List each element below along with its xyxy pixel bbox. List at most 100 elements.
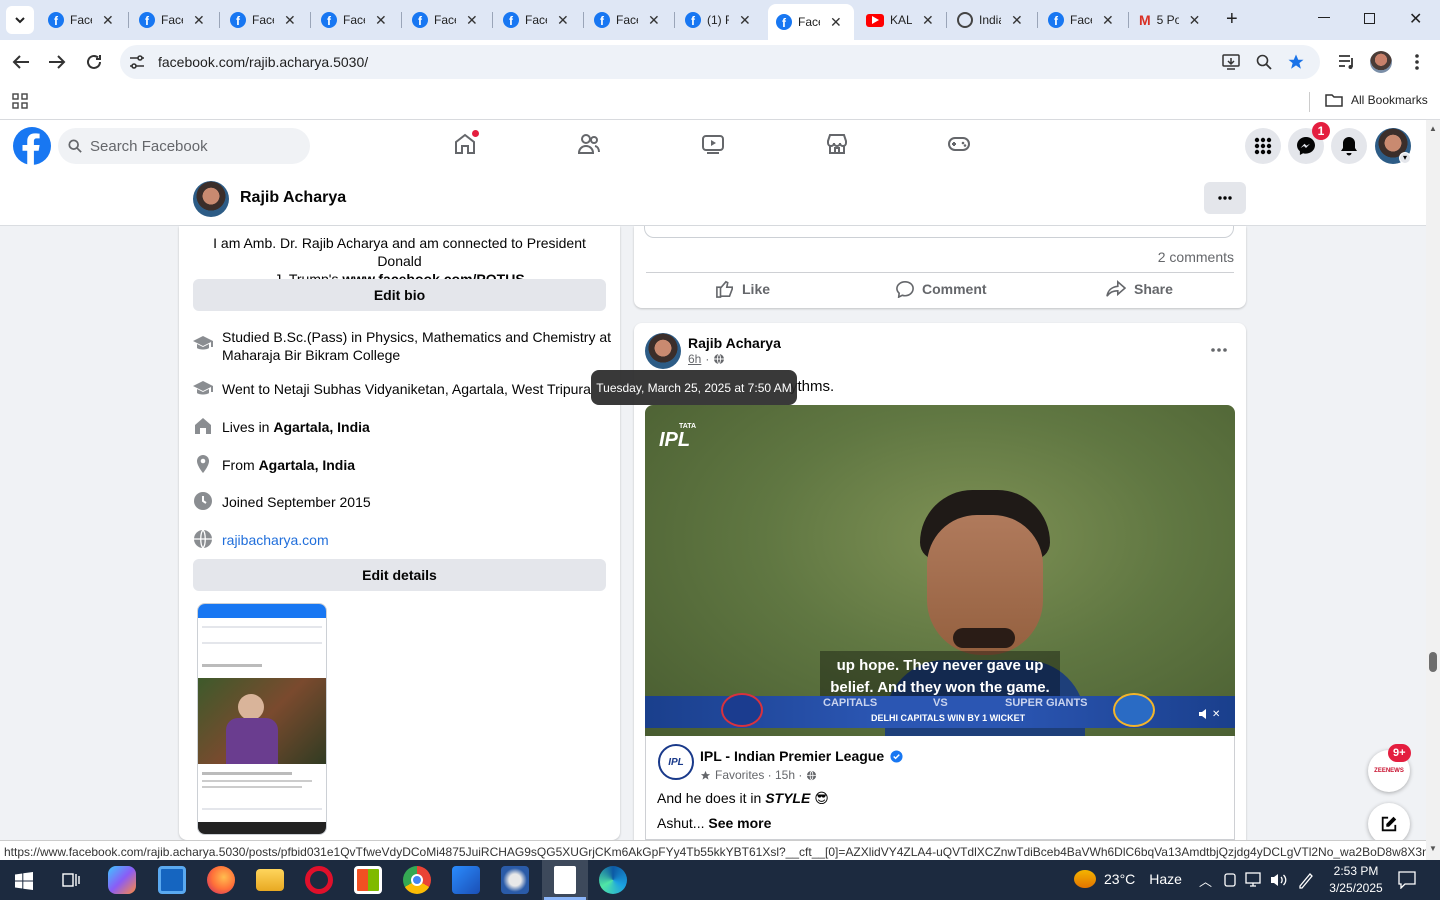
post-options-icon[interactable] bbox=[1211, 348, 1227, 352]
facebook-search-input[interactable]: Search Facebook bbox=[58, 128, 310, 164]
reload-icon[interactable] bbox=[85, 53, 103, 71]
volume-icon[interactable] bbox=[1270, 872, 1288, 888]
all-bookmarks-button[interactable]: All Bookmarks bbox=[1325, 93, 1428, 107]
browser-tab[interactable]: fFacebook✕ bbox=[48, 6, 114, 34]
comments-count[interactable]: 2 comments bbox=[1158, 249, 1234, 265]
close-tab-icon[interactable]: ✕ bbox=[739, 12, 751, 29]
edit-bio-button[interactable]: Edit bio bbox=[193, 279, 606, 311]
close-tab-icon[interactable]: ✕ bbox=[284, 12, 296, 29]
microsoft-store-icon[interactable] bbox=[354, 866, 382, 894]
shared-video-player[interactable]: TATA IPL up hope. They never gave up bel… bbox=[645, 405, 1235, 736]
browser-tab[interactable]: fFacebook✕ bbox=[321, 6, 387, 34]
close-tab-icon[interactable]: ✕ bbox=[557, 12, 569, 29]
photos-icon[interactable] bbox=[452, 866, 480, 894]
restore-button[interactable] bbox=[1364, 13, 1375, 24]
close-tab-icon[interactable]: ✕ bbox=[922, 12, 934, 29]
video-icon[interactable] bbox=[701, 132, 725, 156]
minimize-button[interactable] bbox=[1318, 17, 1330, 18]
close-tab-icon[interactable]: ✕ bbox=[1102, 12, 1114, 29]
copilot-icon[interactable] bbox=[108, 866, 136, 894]
profile-avatar[interactable] bbox=[193, 181, 229, 217]
app-icon[interactable] bbox=[501, 866, 529, 894]
close-tab-icon[interactable]: ✕ bbox=[1011, 12, 1023, 29]
website-link[interactable]: rajibacharya.com bbox=[222, 531, 329, 549]
close-tab-icon[interactable]: ✕ bbox=[830, 14, 842, 31]
new-message-button[interactable] bbox=[1368, 803, 1410, 845]
post-author-avatar[interactable] bbox=[645, 333, 681, 369]
install-app-icon[interactable] bbox=[1222, 54, 1240, 70]
browser-tab[interactable]: fFacebook✕ bbox=[594, 6, 660, 34]
browser-tab[interactable]: KALI✕ bbox=[866, 6, 934, 34]
browser-profile-avatar[interactable] bbox=[1370, 51, 1392, 73]
close-tab-icon[interactable]: ✕ bbox=[648, 12, 660, 29]
nav-home[interactable] bbox=[453, 130, 479, 156]
chat-head-zeenews[interactable]: ZEENEWS 9+ bbox=[1368, 744, 1411, 792]
close-tab-icon[interactable]: ✕ bbox=[1189, 12, 1201, 29]
file-explorer-icon[interactable] bbox=[256, 869, 284, 891]
tray-device-icon[interactable] bbox=[1224, 873, 1236, 887]
pen-icon[interactable] bbox=[1297, 871, 1315, 889]
post-author-name[interactable]: Rajib Acharya bbox=[688, 335, 781, 351]
account-avatar[interactable]: ▾ bbox=[1375, 128, 1411, 164]
apps-grid-icon[interactable] bbox=[12, 93, 28, 109]
featured-photo-thumbnail[interactable] bbox=[197, 603, 327, 835]
see-more-link[interactable]: See more bbox=[708, 815, 771, 831]
close-tab-icon[interactable]: ✕ bbox=[466, 12, 478, 29]
menu-button[interactable] bbox=[1245, 128, 1281, 164]
browser-tab[interactable]: fFacebook✕ bbox=[230, 6, 296, 34]
close-tab-icon[interactable]: ✕ bbox=[102, 12, 114, 29]
browser-tab[interactable]: India✕ bbox=[957, 6, 1023, 34]
browser-tab[interactable]: fFacebook✕ bbox=[139, 6, 205, 34]
mute-button[interactable]: ✕ bbox=[1198, 707, 1220, 721]
shared-page-name[interactable]: IPL - Indian Premier League bbox=[700, 748, 903, 764]
like-button[interactable]: Like bbox=[716, 280, 770, 298]
browser-tab-active[interactable]: fFacebook✕ bbox=[768, 4, 854, 40]
comment-button[interactable]: Comment bbox=[896, 280, 987, 298]
google-chrome-icon[interactable] bbox=[403, 866, 431, 894]
zoom-icon[interactable] bbox=[1256, 54, 1272, 70]
opera-icon[interactable] bbox=[305, 866, 333, 894]
remote-desktop-icon[interactable] bbox=[158, 866, 186, 894]
browser-menu-icon[interactable] bbox=[1415, 54, 1419, 70]
new-tab-button[interactable]: + bbox=[1226, 8, 1238, 31]
close-window-button[interactable]: ✕ bbox=[1409, 9, 1422, 29]
facebook-logo-icon[interactable] bbox=[13, 127, 51, 165]
edit-details-button[interactable]: Edit details bbox=[193, 559, 606, 591]
browser-tab[interactable]: fFacebook✕ bbox=[412, 6, 478, 34]
browser-tab[interactable]: M5 Posts✕ bbox=[1139, 6, 1200, 34]
system-clock[interactable]: 2:53 PM 3/25/2025 bbox=[1326, 863, 1386, 897]
browser-tab[interactable]: fFacebook✕ bbox=[503, 6, 569, 34]
task-view-icon[interactable] bbox=[62, 872, 80, 888]
notifications-button[interactable] bbox=[1331, 128, 1367, 164]
address-bar[interactable]: facebook.com/rajib.acharya.5030/ bbox=[120, 45, 1320, 79]
marketplace-icon[interactable] bbox=[825, 132, 849, 156]
page-scrollbar[interactable]: ▲ ▼ bbox=[1426, 120, 1440, 860]
friends-icon[interactable] bbox=[577, 132, 601, 156]
forward-arrow-icon[interactable] bbox=[48, 54, 66, 70]
close-tab-icon[interactable]: ✕ bbox=[193, 12, 205, 29]
weather-widget[interactable]: 23°C Haze bbox=[1074, 870, 1182, 888]
profile-name[interactable]: Rajib Acharya bbox=[240, 189, 346, 207]
site-info-icon[interactable] bbox=[129, 55, 145, 69]
profile-more-button[interactable] bbox=[1204, 182, 1246, 214]
browser-tab[interactable]: f(1) Facebook✕ bbox=[685, 6, 751, 34]
notification-center-icon[interactable] bbox=[1398, 871, 1416, 889]
back-arrow-icon[interactable] bbox=[12, 54, 30, 70]
notepad-icon[interactable] bbox=[554, 866, 576, 894]
messenger-button[interactable]: 1 bbox=[1288, 122, 1330, 164]
tray-chevron-icon[interactable]: ︿ bbox=[1199, 871, 1212, 890]
gaming-icon[interactable] bbox=[947, 132, 971, 156]
close-tab-icon[interactable]: ✕ bbox=[375, 12, 387, 29]
post-timestamp[interactable]: 6h bbox=[688, 352, 701, 366]
network-icon[interactable] bbox=[1245, 872, 1263, 888]
ipl-page-avatar[interactable]: IPL bbox=[658, 744, 694, 780]
bookmark-star-icon[interactable] bbox=[1287, 53, 1305, 71]
media-control-icon[interactable] bbox=[1338, 54, 1356, 70]
browser-tab[interactable]: fFacebook✕ bbox=[1048, 6, 1114, 34]
firefox-icon[interactable] bbox=[207, 866, 235, 894]
scrollbar-thumb[interactable] bbox=[1429, 652, 1437, 672]
edge-icon[interactable] bbox=[599, 866, 627, 894]
share-button[interactable]: Share bbox=[1106, 280, 1173, 298]
windows-start-icon[interactable] bbox=[15, 872, 33, 890]
tab-search-button[interactable] bbox=[6, 6, 34, 34]
